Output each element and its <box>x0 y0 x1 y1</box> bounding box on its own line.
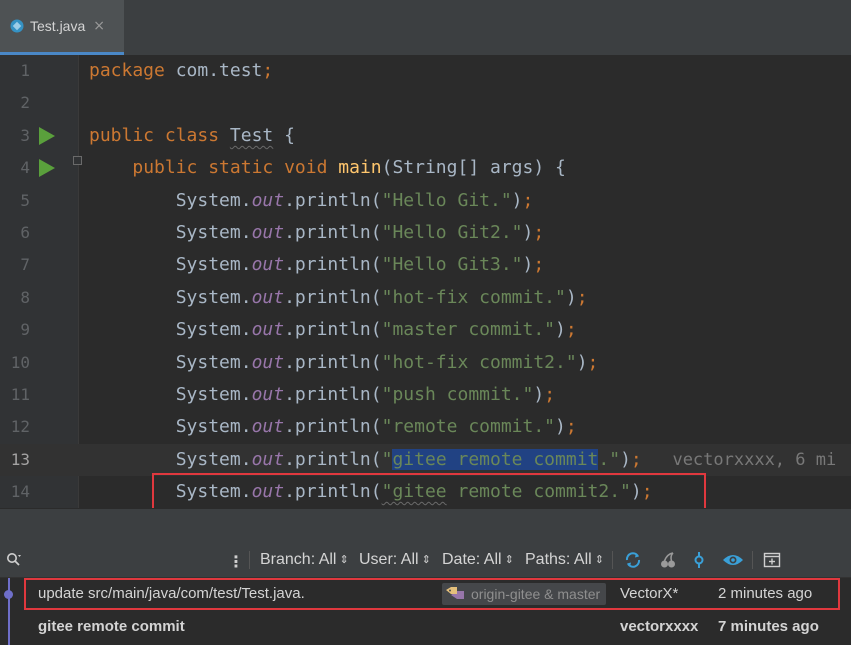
new-tab-icon[interactable] <box>763 551 781 569</box>
line-number: 6 <box>20 223 30 242</box>
cherry-pick-icon[interactable] <box>659 551 677 569</box>
code-text: System.out.println("Hello Git3."); <box>89 254 545 276</box>
refresh-icon[interactable] <box>624 551 642 569</box>
code-text: public static void main(String[] args) { <box>132 157 566 179</box>
java-class-icon <box>10 19 24 33</box>
code-text: System.out.println("Hello Git."); <box>89 189 534 211</box>
code-line[interactable]: 1 package com.test; <box>0 55 851 87</box>
paths-filter[interactable]: Paths: All ⇕ <box>525 551 604 569</box>
line-number: 7 <box>20 255 30 275</box>
date-filter-label: Date: All <box>442 551 502 568</box>
code-line[interactable]: 10 System.out.println("hot-fix commit2."… <box>0 347 851 379</box>
separator <box>249 551 250 569</box>
line-number: 4 <box>20 158 30 178</box>
line-number: 3 <box>20 125 30 145</box>
code-line[interactable]: 2 <box>0 87 851 119</box>
code-text: System.out.println("master commit."); <box>89 319 577 341</box>
code-line[interactable]: 13 System.out.println("gitee remote comm… <box>0 443 851 476</box>
paths-filter-label: Paths: All <box>525 551 592 568</box>
commit-message: gitee remote commit <box>38 618 185 635</box>
commit-author: vectorxxxx <box>620 618 699 635</box>
code-line[interactable]: 12 System.out.println("remote commit."); <box>0 411 851 443</box>
code-line[interactable]: 6 System.out.println("Hello Git2."); <box>0 217 851 249</box>
branch-filter-label: Branch: All <box>260 551 337 568</box>
tab-test-java[interactable]: Test.java × <box>0 0 124 55</box>
code-line[interactable]: 8 System.out.println("hot-fix commit."); <box>0 282 851 314</box>
more-options-icon[interactable]: ⋮ <box>228 552 244 571</box>
line-number: 10 <box>10 352 30 372</box>
commit-row[interactable]: gitee remote commit vectorxxxx 7 minutes… <box>0 611 851 643</box>
code-line[interactable]: 5 System.out.println("Hello Git."); <box>0 185 851 217</box>
git-log-toolbar: ⋮ Branch: All ⇕ User: All ⇕ Date: All ⇕ Pat… <box>0 543 851 578</box>
line-number: 11 <box>10 385 30 404</box>
code-line[interactable]: 9 System.out.println("master commit."); <box>0 314 851 346</box>
highlight-box-latest-commit <box>24 578 840 610</box>
line-number: 9 <box>20 320 30 340</box>
run-icon[interactable] <box>39 126 55 145</box>
code-text: public class Test { <box>89 124 295 146</box>
code-text: System.out.println("Hello Git2."); <box>89 222 545 243</box>
code-line[interactable]: 11 System.out.println("push commit."); <box>0 379 851 411</box>
tab-label: Test.java <box>30 18 86 34</box>
commit-graph-dot <box>4 590 13 599</box>
run-icon[interactable] <box>39 159 55 178</box>
editor-tab-bar: Test.java × <box>0 0 851 56</box>
code-text: System.out.println("hot-fix commit2."); <box>89 351 599 373</box>
code-text: System.out.println("gitee remote commit.… <box>89 448 837 470</box>
eye-icon[interactable] <box>722 551 744 569</box>
fold-icon[interactable] <box>73 156 82 166</box>
search-icon[interactable] <box>6 552 22 568</box>
code-line[interactable]: 7 System.out.println("Hello Git3."); <box>0 249 851 281</box>
updown-arrow-icon: ⇕ <box>339 554 349 566</box>
code-editor[interactable]: 1 package com.test; 2 3 public class Test { 4… <box>0 55 851 508</box>
line-number: 13 <box>10 449 30 469</box>
line-number: 2 <box>20 93 30 113</box>
panel-divider <box>0 508 851 544</box>
close-icon[interactable]: × <box>93 18 105 34</box>
code-line[interactable]: 3 public class Test { <box>0 120 851 152</box>
branch-filter[interactable]: Branch: All ⇕ <box>260 551 349 569</box>
updown-arrow-icon: ⇕ <box>594 554 604 566</box>
updown-arrow-icon: ⇕ <box>421 554 431 566</box>
code-text: package com.test; <box>89 60 274 81</box>
separator <box>752 551 753 569</box>
line-number: 14 <box>10 482 30 502</box>
line-number: 12 <box>10 417 30 437</box>
line-number: 5 <box>20 190 30 210</box>
code-line[interactable]: 4 public static void main(String[] args)… <box>0 152 851 184</box>
line-number: 1 <box>20 61 30 80</box>
code-text: System.out.println("remote commit."); <box>89 416 577 438</box>
commit-time: 7 minutes ago <box>718 618 819 635</box>
user-filter[interactable]: User: All ⇕ <box>359 551 431 569</box>
updown-arrow-icon: ⇕ <box>504 554 514 566</box>
date-filter[interactable]: Date: All ⇕ <box>442 551 514 569</box>
highlight-box-line-14 <box>152 473 706 508</box>
separator <box>612 551 613 569</box>
code-text: System.out.println("hot-fix commit."); <box>89 286 588 308</box>
commit-list: update src/main/java/com/test/Test.java.… <box>0 578 851 645</box>
line-number: 8 <box>20 287 30 307</box>
commit-node-icon[interactable] <box>690 551 708 569</box>
code-text: System.out.println("push commit."); <box>89 384 556 405</box>
user-filter-label: User: All <box>359 551 419 568</box>
